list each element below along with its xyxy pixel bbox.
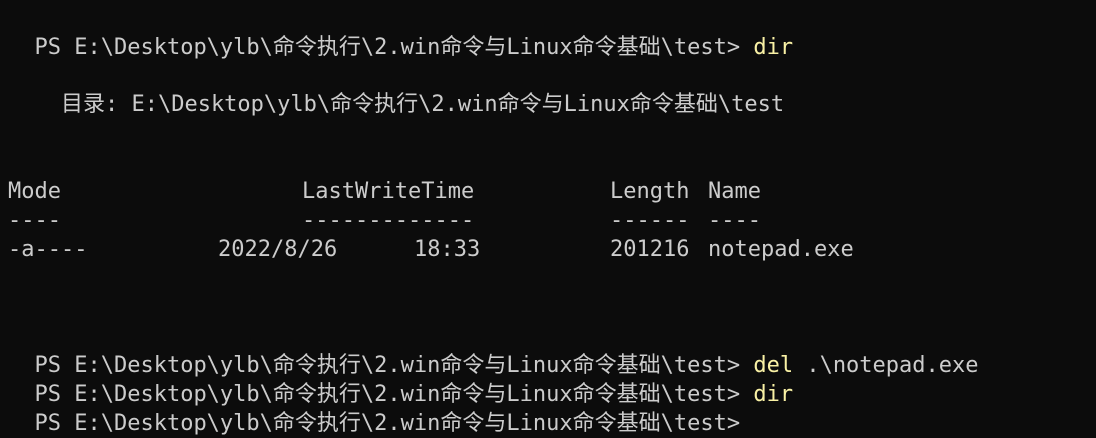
row-filename: notepad.exe — [708, 237, 854, 262]
row-mode: -a---- — [8, 237, 88, 262]
terminal-window[interactable]: { "terminal": { "prompt": "PS E:\\Deskto… — [0, 0, 1096, 436]
directory-heading: 目录: E:\Desktop\ylb\命令执行\2.win命令与Linux命令基… — [8, 92, 785, 117]
row-date: 2022/8/26 — [218, 237, 338, 262]
header-name: Name — [708, 179, 761, 204]
prompt-line-1: PS E:\Desktop\ylb\命令执行\2.win命令与Linux命令基础… — [8, 4, 794, 60]
prompt-line-3: PS E:\Desktop\ylb\命令执行\2.win命令与Linux命令基础… — [8, 351, 794, 407]
command-text: dir — [753, 382, 794, 407]
underline-lastwritetime: ------------- — [302, 208, 475, 233]
row-time: 18:33 — [414, 237, 481, 262]
underline-name: ---- — [708, 208, 761, 233]
header-lastwritetime: LastWriteTime — [302, 179, 475, 204]
command-argument: .\notepad.exe — [793, 353, 979, 378]
underline-mode: ---- — [8, 208, 61, 233]
header-mode: Mode — [8, 179, 61, 204]
header-length: Length — [610, 179, 690, 204]
prompt-line-2: PS E:\Desktop\ylb\命令执行\2.win命令与Linux命令基础… — [8, 322, 979, 378]
underline-length: ------ — [610, 208, 690, 233]
prompt-text: PS E:\Desktop\ylb\命令执行\2.win命令与Linux命令基础… — [34, 35, 754, 60]
prompt-text: PS E:\Desktop\ylb\命令执行\2.win命令与Linux命令基础… — [34, 411, 754, 436]
row-length: 201216 — [610, 237, 690, 262]
prompt-line-4[interactable]: PS E:\Desktop\ylb\命令执行\2.win命令与Linux命令基础… — [8, 380, 753, 436]
command-text: dir — [753, 35, 794, 60]
